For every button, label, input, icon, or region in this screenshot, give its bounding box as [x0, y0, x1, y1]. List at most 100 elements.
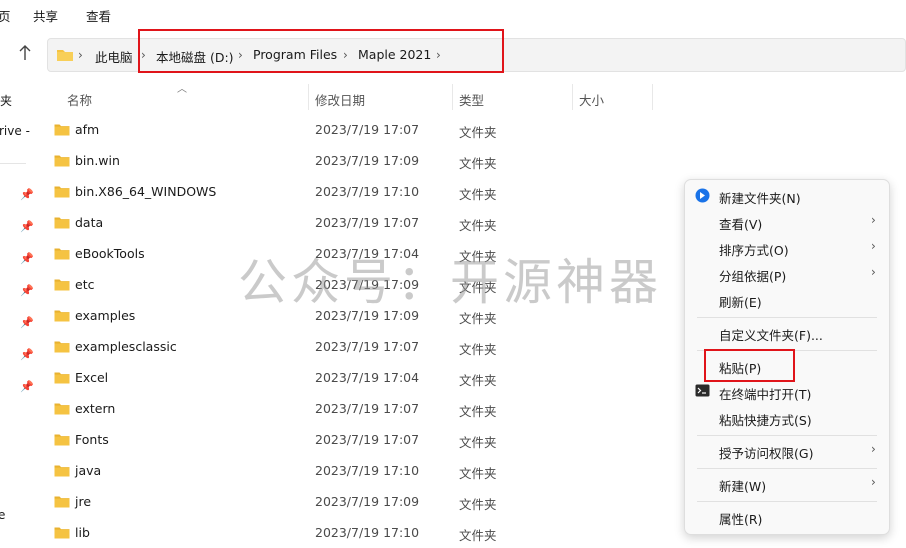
folder-icon — [54, 154, 70, 170]
menu-item-customize-folder[interactable]: 自定义文件夹(F)... — [685, 320, 889, 346]
folder-icon — [54, 247, 70, 263]
menu-label: 自定义文件夹(F)... — [719, 328, 823, 343]
pin-icon: 📌 — [20, 284, 34, 297]
folder-icon — [54, 433, 70, 449]
menu-label: 排序方式(O) — [719, 243, 789, 258]
sort-up-icon: ︿ — [177, 84, 187, 95]
ribbon-tab-view[interactable]: 查看 — [86, 6, 111, 25]
file-date: 2023/7/19 17:04 — [315, 370, 420, 385]
file-row[interactable]: jre 2023/7/19 17:09 文件夹 — [40, 487, 660, 517]
file-row[interactable]: java 2023/7/19 17:10 文件夹 — [40, 456, 660, 486]
menu-item-open-in-terminal[interactable]: 在终端中打开(T) — [685, 379, 889, 405]
menu-label: 查看(V) — [719, 217, 763, 232]
menu-separator — [697, 468, 877, 469]
address-highlight-box — [138, 29, 504, 73]
file-type: 文件夹 — [459, 342, 497, 357]
file-date: 2023/7/19 17:10 — [315, 184, 420, 199]
ribbon: 页 共享 查看 — [0, 0, 906, 30]
paste-highlight-box — [704, 349, 795, 382]
folder-icon — [54, 526, 70, 542]
folder-icon — [54, 216, 70, 232]
file-date: 2023/7/19 17:09 — [315, 153, 420, 168]
menu-label: 授予访问权限(G) — [719, 446, 814, 461]
file-type: 文件夹 — [459, 218, 497, 233]
file-name: Excel — [75, 370, 109, 385]
chevron-right-icon: › — [871, 475, 876, 489]
sidebar-item-onedrive[interactable]: rive - — [0, 124, 30, 138]
file-row[interactable]: examplesclassic 2023/7/19 17:07 文件夹 — [40, 332, 660, 362]
menu-item-new-folder[interactable]: 新建文件夹(N) — [685, 183, 889, 209]
folder-icon — [56, 48, 74, 65]
file-row[interactable]: extern 2023/7/19 17:07 文件夹 — [40, 394, 660, 424]
up-arrow-icon[interactable] — [17, 44, 35, 64]
column-divider[interactable] — [452, 84, 453, 110]
menu-item-view[interactable]: 查看(V) › — [685, 209, 889, 235]
sidebar-item-partial-e[interactable]: e — [0, 508, 5, 522]
menu-separator — [697, 501, 877, 502]
sidebar-divider — [0, 163, 26, 164]
column-header-name[interactable]: 名称 — [67, 90, 92, 109]
column-header-size[interactable]: 大小 — [579, 90, 604, 109]
menu-label: 在终端中打开(T) — [719, 387, 812, 402]
file-name: examples — [75, 308, 136, 323]
pin-icon: 📌 — [20, 252, 34, 265]
file-date: 2023/7/19 17:07 — [315, 401, 420, 416]
file-name: etc — [75, 277, 95, 292]
ribbon-tab-partial[interactable]: 页 — [0, 6, 11, 25]
file-row[interactable]: data 2023/7/19 17:07 文件夹 — [40, 208, 660, 238]
file-row[interactable]: bin.X86_64_WINDOWS 2023/7/19 17:10 文件夹 — [40, 177, 660, 207]
pin-icon: 📌 — [20, 316, 34, 329]
chevron-right-icon: › — [871, 213, 876, 227]
file-date: 2023/7/19 17:10 — [315, 525, 420, 540]
chevron-right-icon: › — [871, 239, 876, 253]
file-row[interactable]: lib 2023/7/19 17:10 文件夹 — [40, 518, 660, 548]
file-name: jre — [75, 494, 92, 509]
file-name: data — [75, 215, 104, 230]
file-row[interactable]: afm 2023/7/19 17:07 文件夹 — [40, 115, 660, 145]
watermark-text: 公众号：开源神器 — [238, 254, 663, 311]
menu-separator — [697, 317, 877, 318]
column-header-date[interactable]: 修改日期 — [315, 90, 365, 109]
file-row[interactable]: bin.win 2023/7/19 17:09 文件夹 — [40, 146, 660, 176]
file-date: 2023/7/19 17:07 — [315, 432, 420, 447]
file-type: 文件夹 — [459, 435, 497, 450]
menu-item-properties[interactable]: 属性(R) — [685, 504, 889, 530]
menu-item-grant-access[interactable]: 授予访问权限(G) › — [685, 438, 889, 464]
folder-icon — [54, 464, 70, 480]
column-divider[interactable] — [652, 84, 653, 110]
file-date: 2023/7/19 17:09 — [315, 494, 420, 509]
new-folder-icon — [695, 188, 710, 206]
file-row[interactable]: Fonts 2023/7/19 17:07 文件夹 — [40, 425, 660, 455]
breadcrumb-this-pc[interactable]: 此电脑 — [95, 47, 133, 66]
column-divider[interactable] — [572, 84, 573, 110]
menu-item-group-by[interactable]: 分组依据(P) › — [685, 261, 889, 287]
folder-icon — [54, 123, 70, 139]
menu-item-sort-by[interactable]: 排序方式(O) › — [685, 235, 889, 261]
menu-item-new[interactable]: 新建(W) › — [685, 471, 889, 497]
sidebar-item-partial[interactable]: 夹 — [0, 92, 12, 109]
ribbon-tab-share[interactable]: 共享 — [33, 6, 58, 25]
file-name: bin.X86_64_WINDOWS — [75, 184, 217, 199]
menu-label: 属性(R) — [719, 512, 763, 527]
chevron-right-icon: › — [871, 265, 876, 279]
file-name: java — [75, 463, 102, 478]
file-row[interactable]: Excel 2023/7/19 17:04 文件夹 — [40, 363, 660, 393]
file-name: extern — [75, 401, 116, 416]
pin-icon: 📌 — [20, 188, 34, 201]
column-header-type[interactable]: 类型 — [459, 90, 484, 109]
pin-icon: 📌 — [20, 220, 34, 233]
folder-icon — [54, 495, 70, 511]
pin-icon: 📌 — [20, 348, 34, 361]
menu-separator — [697, 435, 877, 436]
menu-label: 新建(W) — [719, 479, 767, 494]
menu-label: 分组依据(P) — [719, 269, 787, 284]
column-divider[interactable] — [308, 84, 309, 110]
chevron-right-icon: › — [78, 48, 83, 62]
menu-label: 刷新(E) — [719, 295, 762, 310]
menu-item-refresh[interactable]: 刷新(E) — [685, 287, 889, 313]
menu-item-paste-shortcut[interactable]: 粘贴快捷方式(S) — [685, 405, 889, 431]
folder-icon — [54, 340, 70, 356]
folder-icon — [54, 278, 70, 294]
file-type: 文件夹 — [459, 528, 497, 543]
file-name: Fonts — [75, 432, 109, 447]
